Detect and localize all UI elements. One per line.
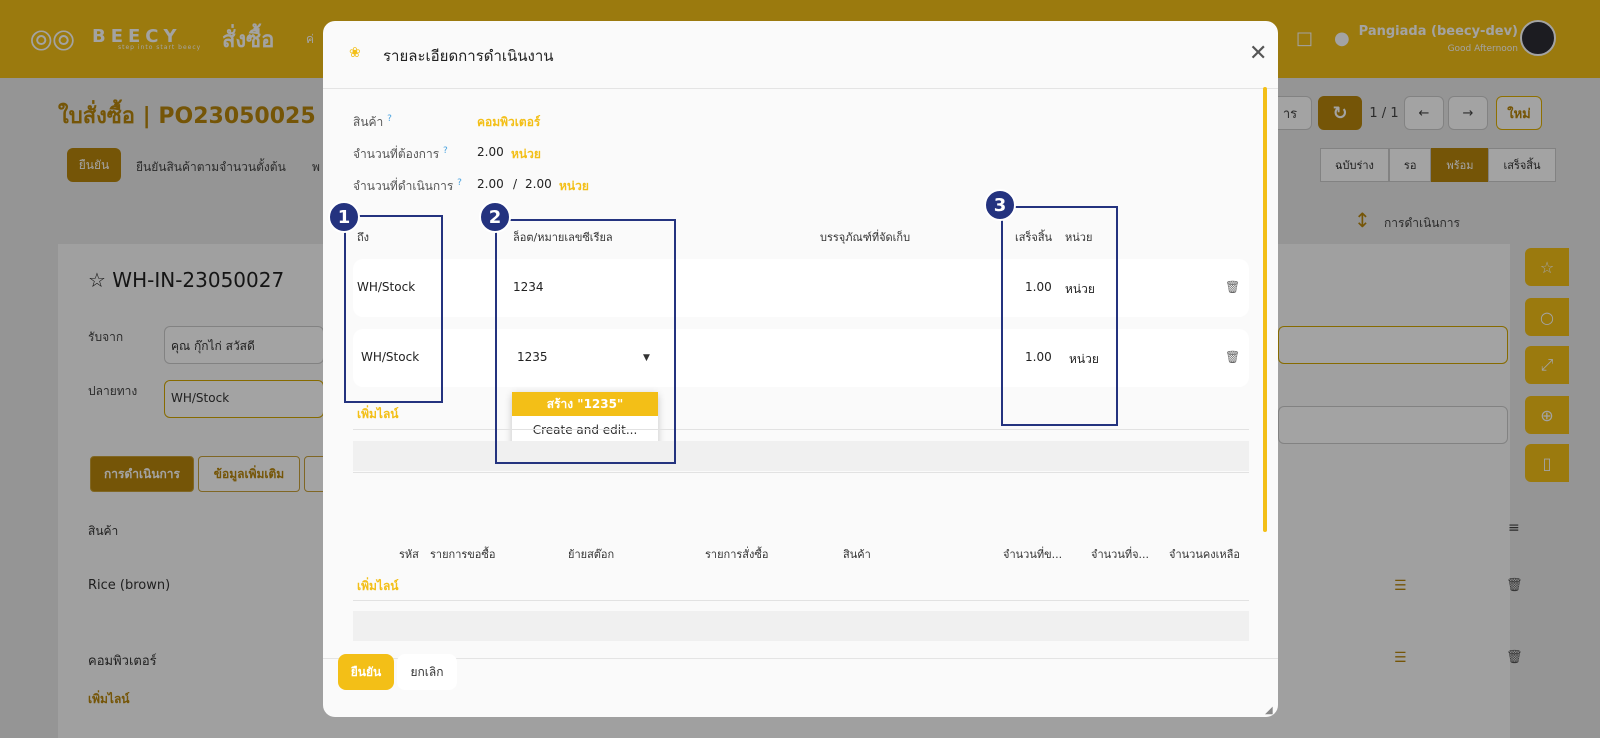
trash-icon[interactable]: 🗑	[1225, 350, 1240, 364]
divider	[353, 429, 1249, 430]
product-label: สินค้า ?	[353, 113, 392, 132]
product-value[interactable]: คอมพิวเตอร์	[477, 113, 540, 132]
column-package[interactable]: บรรจุภัณฑ์ที่จัดเก็บ	[820, 228, 910, 246]
done-label-text: จำนวนที่ดำเนินการ	[353, 179, 454, 193]
annotation-badge-2: 2	[479, 201, 511, 233]
annotation-box-1	[344, 215, 443, 403]
sub-column-qty-2[interactable]: จำนวนที่จ...	[1091, 545, 1149, 563]
annotation-box-2	[495, 219, 676, 464]
empty-row	[353, 611, 1249, 641]
help-mark[interactable]: ?	[443, 146, 448, 156]
annotation-badge-1: 1	[328, 201, 360, 233]
sub-column-remaining[interactable]: จำนวนคงเหลือ	[1169, 545, 1240, 563]
divider	[353, 472, 1249, 473]
bee-icon: ❀	[349, 45, 361, 61]
done-label: จำนวนที่ดำเนินการ ?	[353, 177, 462, 196]
confirm-button[interactable]: ยืนยัน	[338, 654, 394, 690]
done-separator: /	[513, 177, 518, 191]
sub-column-stock-move[interactable]: ย้ายสต๊อก	[568, 545, 614, 563]
divider	[353, 600, 1249, 601]
resize-handle-icon[interactable]: ◢	[1265, 705, 1273, 716]
sub-column-code[interactable]: รหัส	[399, 545, 419, 563]
help-mark[interactable]: ?	[387, 114, 392, 124]
done-value: 2.00	[477, 177, 504, 191]
scrollbar[interactable]	[1263, 87, 1267, 532]
trash-icon[interactable]: 🗑	[1225, 280, 1240, 294]
cancel-button[interactable]: ยกเลิก	[397, 654, 457, 690]
sub-column-purchase-request[interactable]: รายการขอซื้อ	[430, 545, 495, 563]
modal-footer	[323, 658, 1278, 717]
demand-label: จำนวนที่ต้องการ ?	[353, 145, 448, 164]
demand-value: 2.00	[477, 145, 504, 159]
sub-column-order-line[interactable]: รายการสั่งซื้อ	[705, 545, 768, 563]
empty-row	[353, 441, 1249, 471]
sub-column-qty-1[interactable]: จำนวนที่ข...	[1003, 545, 1062, 563]
add-line-link[interactable]: เพิ่มไลน์	[357, 405, 399, 424]
modal-title: รายละเอียดการดำเนินงาน	[383, 47, 554, 65]
product-label-text: สินค้า	[353, 115, 384, 129]
demand-unit[interactable]: หน่วย	[511, 145, 541, 164]
sub-column-product[interactable]: สินค้า	[843, 545, 871, 563]
done-unit[interactable]: หน่วย	[559, 177, 589, 196]
help-mark[interactable]: ?	[457, 178, 462, 188]
add-line-link[interactable]: เพิ่มไลน์	[357, 577, 399, 596]
annotation-badge-3: 3	[984, 189, 1016, 221]
demand-label-text: จำนวนที่ต้องการ	[353, 147, 440, 161]
done-total: 2.00	[525, 177, 552, 191]
annotation-box-3	[1001, 206, 1118, 426]
operation-details-modal: ❀ รายละเอียดการดำเนินงาน ✕ สินค้า ? คอมพ…	[323, 21, 1278, 717]
close-icon[interactable]: ✕	[1249, 41, 1267, 66]
